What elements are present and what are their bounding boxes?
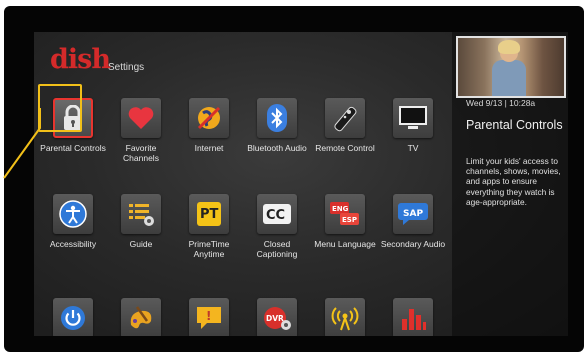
preview-person-body bbox=[492, 60, 526, 96]
tile-label: TV bbox=[407, 143, 419, 153]
language-badge-eng: ENG bbox=[332, 205, 349, 213]
language-badge-esp: ESP bbox=[342, 216, 357, 224]
tile-label: Secondary Audio bbox=[380, 239, 446, 249]
tile-label: Parental Controls bbox=[40, 143, 106, 153]
panel-title: Parental Controls bbox=[466, 118, 563, 132]
tile-tv[interactable]: TV bbox=[380, 98, 446, 153]
tile-guide[interactable]: Guide bbox=[108, 194, 174, 249]
section-title: Settings bbox=[108, 62, 145, 73]
preview-person-hair bbox=[498, 40, 520, 54]
tile-remote-control[interactable]: Remote Control bbox=[312, 98, 378, 153]
alert-badge: ! bbox=[206, 309, 211, 323]
cc-badge: CC bbox=[266, 208, 285, 223]
heart-icon bbox=[121, 98, 161, 138]
tile-power[interactable] bbox=[40, 298, 106, 336]
palette-icon bbox=[121, 298, 161, 336]
tile-label: Accessibility bbox=[49, 239, 97, 249]
tile-closed-captioning[interactable]: CC Closed Captioning bbox=[244, 194, 310, 259]
sap-icon: SAP bbox=[393, 194, 433, 234]
highlight-callout-box bbox=[38, 84, 82, 132]
tile-label: PrimeTime Anytime bbox=[188, 239, 230, 259]
primetime-badge: PT bbox=[200, 207, 219, 222]
tile-secondary-audio[interactable]: SAP Secondary Audio bbox=[380, 194, 446, 249]
remote-icon bbox=[325, 98, 365, 138]
live-tv-preview[interactable] bbox=[456, 36, 566, 98]
callout-pointer-line bbox=[3, 108, 41, 179]
globe-icon bbox=[189, 98, 229, 138]
tile-label: Bluetooth Audio bbox=[247, 143, 307, 153]
panel-description: Limit your kids' access to channels, sho… bbox=[466, 156, 561, 207]
primetime-icon: PT bbox=[189, 194, 229, 234]
tile-themes[interactable] bbox=[108, 298, 174, 336]
tile-favorite-channels[interactable]: Favorite Channels bbox=[108, 98, 174, 163]
tile-label: Menu Language bbox=[314, 239, 376, 249]
tile-network[interactable] bbox=[312, 298, 378, 336]
language-icon: ENG ESP bbox=[325, 194, 365, 234]
tile-label: Favorite Channels bbox=[123, 143, 159, 163]
tile-dvr[interactable]: DVR bbox=[244, 298, 310, 336]
alert-icon: ! bbox=[189, 298, 229, 336]
signal-icon bbox=[325, 298, 365, 336]
tile-label: Closed Captioning bbox=[256, 239, 298, 259]
datetime: Wed 9/13 | 10:28a bbox=[466, 98, 536, 108]
dish-logo: dish bbox=[50, 44, 111, 75]
tile-accessibility[interactable]: Accessibility bbox=[40, 194, 106, 249]
settings-screen: dish Settings Parental Controls Favorite… bbox=[34, 32, 568, 336]
tile-primetime-anytime[interactable]: PT PrimeTime Anytime bbox=[176, 194, 242, 259]
bluetooth-icon bbox=[257, 98, 297, 138]
tile-label: Remote Control bbox=[315, 143, 375, 153]
info-panel: Wed 9/13 | 10:28a Parental Controls Limi… bbox=[452, 32, 568, 336]
tile-label: Guide bbox=[129, 239, 153, 249]
equalizer-icon bbox=[393, 298, 433, 336]
tile-audio-settings[interactable] bbox=[380, 298, 446, 336]
tile-label: Internet bbox=[194, 143, 224, 153]
tv-icon bbox=[393, 98, 433, 138]
tile-menu-language[interactable]: ENG ESP Menu Language bbox=[312, 194, 378, 249]
dvr-icon: DVR bbox=[257, 298, 297, 336]
tile-bluetooth-audio[interactable]: Bluetooth Audio bbox=[244, 98, 310, 153]
tile-alerts[interactable]: ! bbox=[176, 298, 242, 336]
sap-badge: SAP bbox=[403, 209, 423, 219]
tile-internet[interactable]: Internet bbox=[176, 98, 242, 153]
cc-icon: CC bbox=[257, 194, 297, 234]
dvr-badge: DVR bbox=[266, 314, 284, 323]
tv-frame: dish Settings Parental Controls Favorite… bbox=[4, 6, 584, 352]
accessibility-icon bbox=[53, 194, 93, 234]
power-icon bbox=[53, 298, 93, 336]
guide-list-icon bbox=[121, 194, 161, 234]
